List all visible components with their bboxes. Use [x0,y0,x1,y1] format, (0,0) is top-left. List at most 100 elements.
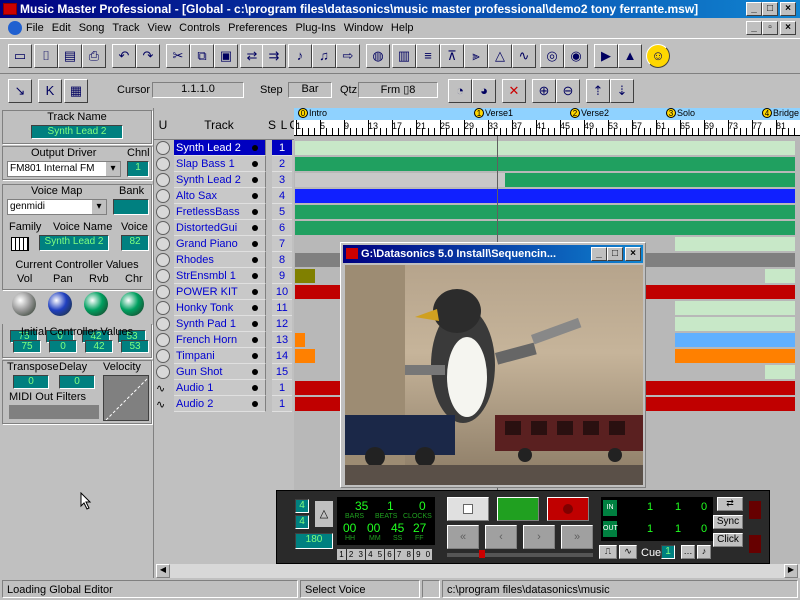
time-sig-top[interactable]: 4 [295,499,309,513]
in-clocks[interactable]: 0 [701,501,707,513]
track-channel[interactable]: 1 [272,396,292,412]
marker-intro[interactable]: 0 Intro [298,108,327,118]
step-field[interactable]: Bar [288,82,332,98]
midi-icon[interactable] [156,285,170,299]
track-row[interactable]: POWER KIT 10 [156,284,292,300]
menu-edit[interactable]: Edit [52,22,71,34]
menu-view[interactable]: View [148,22,172,34]
icv_vals-0[interactable]: 75 [13,340,41,353]
track-channel[interactable]: 1 [272,380,292,396]
track-row[interactable]: Synth Pad 1 12 [156,316,292,332]
track-channel[interactable]: 9 [272,268,292,284]
redo-icon[interactable]: ↷ [136,44,160,68]
track-row[interactable]: Slap Bass 12 [156,156,292,172]
marker-solo[interactable]: 3 Solo [666,108,695,118]
out-beats[interactable]: 1 [675,523,681,535]
camera-icon[interactable]: ▶ [594,44,618,68]
humanize-icon[interactable]: ♫ [312,44,336,68]
track-name-field[interactable]: Synth Lead 2 [31,125,123,139]
locator-button[interactable]: 0 [423,549,433,560]
track-row[interactable]: Gun Shot 15 [156,364,292,380]
clip[interactable] [675,317,795,331]
voice-name-field[interactable]: Synth Lead 2 [39,235,109,251]
arrow-right-icon[interactable]: ⇨ [336,44,360,68]
clip[interactable] [675,349,795,363]
new-icon[interactable]: ▭ [8,44,32,68]
ks-icon[interactable]: K [38,79,62,103]
fast-forward-button[interactable]: » [561,525,593,549]
track-channel[interactable]: 2 [272,156,292,172]
clip[interactable] [505,173,795,187]
midi-icon[interactable] [156,237,170,251]
bank-field[interactable] [113,199,149,215]
pointer-tool-icon[interactable]: ↘ [8,79,32,103]
track-channel[interactable]: 14 [272,348,292,364]
close-icon[interactable]: × [780,2,796,16]
solo-dot[interactable] [252,337,258,343]
midi-icon[interactable] [156,349,170,363]
solo-dot[interactable] [252,401,258,407]
track-lane[interactable] [295,156,798,172]
eq-icon[interactable]: ⫸ [464,44,488,68]
header-track[interactable]: Track [172,118,266,132]
print-icon[interactable]: ⎙ [82,44,106,68]
solo-dot[interactable] [252,385,258,391]
clip[interactable] [765,269,795,283]
menu-file[interactable]: File [26,22,44,34]
copy-icon[interactable]: ⧉ [190,44,214,68]
track-channel[interactable]: 8 [272,252,292,268]
stop-button[interactable] [447,497,489,521]
cut-icon[interactable]: ✂ [166,44,190,68]
merge-icon[interactable]: ⇉ [262,44,286,68]
track-row[interactable]: Synth Lead 21 [156,140,292,156]
clip[interactable] [765,365,795,379]
locator-button[interactable]: 9 [413,549,423,560]
sync-button[interactable]: Sync [713,515,743,529]
chnl-field[interactable]: 1 [127,161,149,177]
solo-dot[interactable] [252,177,258,183]
undo-icon[interactable]: ↶ [112,44,136,68]
position-slider[interactable] [447,550,593,558]
time-sig-bottom[interactable]: 4 [295,515,309,529]
solo-dot[interactable] [252,145,258,151]
track-channel[interactable]: 15 [272,364,292,380]
solo-dot[interactable] [252,241,258,247]
track-channel[interactable]: 4 [272,188,292,204]
locator-button[interactable]: 8 [404,549,414,560]
rewind-start-button[interactable]: « [447,525,479,549]
qtz-field[interactable]: Frm ▯8 [358,82,438,98]
more-icon[interactable]: … [681,545,695,559]
open-icon[interactable]: ⌷ [34,44,58,68]
track-row[interactable]: DistortedGui 6 [156,220,292,236]
doc-restore-icon[interactable]: ▫ [762,21,778,35]
clip[interactable] [295,269,315,283]
record-button[interactable] [547,497,589,521]
in-bars[interactable]: 1 [647,501,653,513]
solo-dot[interactable] [252,369,258,375]
save-icon[interactable]: ▤ [58,44,82,68]
clip[interactable] [295,141,795,155]
knob-rvb[interactable] [84,292,108,316]
midi-icon[interactable] [156,173,170,187]
swap-icon[interactable]: ⇄ [240,44,264,68]
time-ruler[interactable]: 1 5 9 13 17 21 25 29 33 37 41 45 49 53 57 61 65 69 73 77 81 [294,120,800,136]
cursor-field[interactable]: 1.1.1.0 [152,82,244,98]
locator-button[interactable]: 4 [365,549,375,560]
wave-icon[interactable]: ∿ [619,545,637,559]
track-row[interactable]: French Horn 13 [156,332,292,348]
locator-button[interactable]: 5 [375,549,385,560]
track-row[interactable]: Timpani 14 [156,348,292,364]
forward-button[interactable]: › [523,525,555,549]
header-s[interactable]: S [266,118,278,132]
chart-icon[interactable]: ▲ [618,44,642,68]
loop-icon[interactable]: ⇄ [717,497,743,511]
track-channel[interactable]: 1 [272,140,292,156]
midi-icon[interactable] [156,269,170,283]
header-u[interactable]: U [154,118,172,132]
out-bars[interactable]: 1 [647,523,653,535]
globe-icon[interactable] [8,21,22,35]
speed-icon[interactable]: ◔ [448,79,472,103]
clip[interactable] [675,333,795,347]
knob-vol[interactable] [12,292,36,316]
track-lane[interactable] [295,188,798,204]
